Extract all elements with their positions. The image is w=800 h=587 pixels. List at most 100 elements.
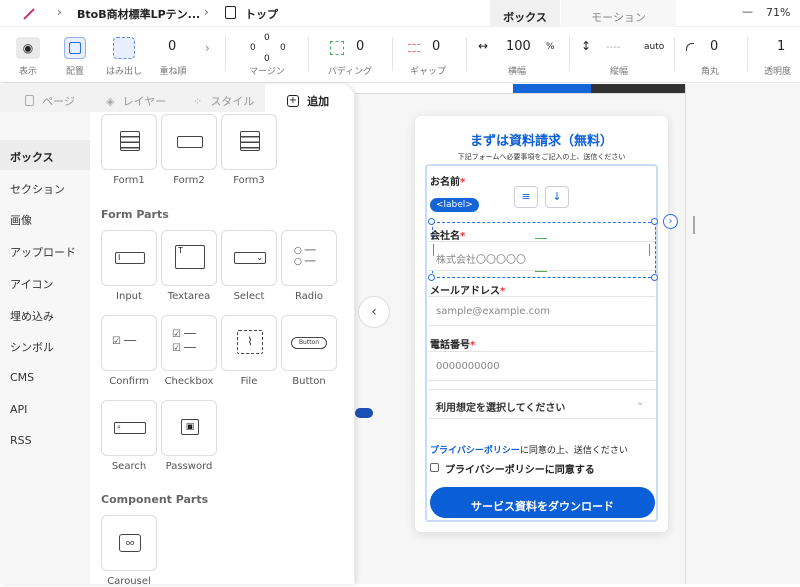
tab-box[interactable]: ボックス xyxy=(490,0,560,27)
email-label: メールアドレス* xyxy=(430,282,505,297)
category-embed[interactable]: 埋め込み xyxy=(10,308,54,324)
radio-label: Radio xyxy=(294,291,324,302)
email-input[interactable]: sample@example.com xyxy=(428,296,655,326)
gap-indicator xyxy=(535,238,547,239)
page-breadcrumb[interactable]: トップ xyxy=(245,6,278,22)
gap-value[interactable]: 0 xyxy=(432,39,440,54)
width-value[interactable]: 100 xyxy=(506,39,531,54)
file-tile[interactable]: ⌇ xyxy=(221,315,277,371)
category-box[interactable]: ボックス xyxy=(10,149,54,165)
required-mark: * xyxy=(470,340,476,351)
select-tile[interactable]: ⌄ xyxy=(221,230,277,286)
height-unit[interactable]: auto xyxy=(644,42,664,52)
selection-handle[interactable] xyxy=(651,218,658,225)
category-symbol[interactable]: シンボル xyxy=(10,339,54,355)
tab-motion[interactable]: モーション xyxy=(561,0,676,27)
privacy-checkbox[interactable] xyxy=(430,463,439,472)
radius-value[interactable]: 0 xyxy=(710,39,718,54)
category-icon[interactable]: アイコン xyxy=(10,276,53,292)
usage-select[interactable]: 利用想定を選択してください ⌄ xyxy=(428,389,655,419)
padding-control[interactable]: 0 パディング xyxy=(318,27,388,83)
width-unit[interactable]: % xyxy=(546,42,555,52)
carousel-tile[interactable]: oo xyxy=(101,515,157,571)
canvas-page-edge xyxy=(685,84,686,584)
gap-control[interactable]: 0 ギャップ xyxy=(398,27,468,83)
collapse-panel-button[interactable]: ‹ xyxy=(358,296,390,328)
tab-style-label: スタイル xyxy=(210,95,255,108)
layer-icon: ◈ xyxy=(106,95,115,108)
selection-handle[interactable] xyxy=(428,274,435,281)
tab-add[interactable]: + 追加 xyxy=(265,84,354,112)
category-upload[interactable]: アップロード xyxy=(10,244,76,260)
category-api[interactable]: API xyxy=(10,403,27,416)
category-cms[interactable]: CMS xyxy=(10,371,34,384)
zoom-out-button[interactable]: — xyxy=(742,5,753,18)
width-label: 横幅 xyxy=(507,67,526,77)
tab-layer[interactable]: ◈ レイヤー xyxy=(106,90,166,109)
expand-right-button[interactable]: › xyxy=(663,214,678,229)
tab-style[interactable]: ⁘ スタイル xyxy=(193,90,254,109)
divider xyxy=(308,37,309,71)
checkbox-tile[interactable]: ☑ ── ☑ ── xyxy=(161,315,217,371)
confirm-icon: ☑ ── xyxy=(112,336,137,347)
radius-control[interactable]: 0 角丸 xyxy=(680,27,750,83)
pen-icon[interactable] xyxy=(22,6,36,20)
project-breadcrumb[interactable]: BtoB商材標準LPテン... xyxy=(77,6,200,22)
overflow-icon xyxy=(113,37,135,59)
resize-handle[interactable] xyxy=(693,216,695,234)
category-image[interactable]: 画像 xyxy=(10,212,32,228)
height-value[interactable]: ---- xyxy=(606,42,620,53)
form1-tile[interactable] xyxy=(101,114,157,170)
button-tile[interactable]: Button xyxy=(281,315,337,371)
chevron-right-icon: › xyxy=(204,5,209,19)
chevron-right-icon[interactable]: › xyxy=(205,41,210,55)
gap-indicator xyxy=(433,244,434,256)
form2-tile[interactable] xyxy=(161,114,217,170)
blue-bar xyxy=(513,84,591,93)
z-order-control[interactable]: 0 › 重ね順 xyxy=(143,27,223,83)
align-left-button[interactable]: ≡ xyxy=(514,186,538,208)
category-section[interactable]: セクション xyxy=(10,181,65,197)
phone-input[interactable]: 0000000000 xyxy=(428,351,655,381)
opacity-value[interactable]: 1 xyxy=(777,39,785,54)
opacity-control[interactable]: 1 透明度 xyxy=(750,27,800,83)
horizontal-arrows-icon: ↔ xyxy=(478,39,489,53)
phone-label: 電話番号* xyxy=(430,336,475,351)
privacy-checkbox-label[interactable]: プライバシーポリシーに同意する xyxy=(445,461,595,476)
confirm-tile[interactable]: ☑ ── xyxy=(101,315,157,371)
width-control[interactable]: ↔ 100 % 横幅 xyxy=(472,27,567,83)
search-icon: ⌕ xyxy=(114,422,146,434)
input-tile[interactable]: I xyxy=(101,230,157,286)
margin-right-value[interactable]: 0 xyxy=(280,43,286,53)
selection-handle[interactable] xyxy=(651,274,658,281)
padding-value[interactable]: 0 xyxy=(356,39,364,54)
margin-bottom-value[interactable]: 0 xyxy=(264,54,270,64)
margin-left-value[interactable]: 0 xyxy=(250,43,256,53)
category-rss[interactable]: RSS xyxy=(10,434,32,447)
search-tile[interactable]: ⌕ xyxy=(101,400,157,456)
form3-tile[interactable] xyxy=(221,114,277,170)
password-tile[interactable]: ▣ xyxy=(161,400,217,456)
selection-handle[interactable] xyxy=(428,218,435,225)
margin-label: マージン xyxy=(249,67,285,77)
tab-page[interactable]: ページ xyxy=(25,90,75,109)
label-tag-badge[interactable]: <label> xyxy=(430,198,479,212)
gap-indicator xyxy=(649,244,650,256)
submit-button[interactable]: サービス資料をダウンロード xyxy=(430,487,655,518)
textarea-tile[interactable]: T xyxy=(161,230,217,286)
arrow-down-button[interactable]: ↓ xyxy=(545,186,569,208)
tab-box-label: ボックス xyxy=(503,11,547,24)
select-icon: ⌄ xyxy=(234,252,266,264)
name-label: お名前* xyxy=(430,173,465,188)
privacy-link[interactable]: プライバシーポリシー xyxy=(430,446,520,456)
button-label: Button xyxy=(292,376,326,387)
height-control[interactable]: ↕ ---- auto 縦幅 xyxy=(576,27,671,83)
z-order-value[interactable]: 0 xyxy=(168,39,176,54)
radio-tile[interactable]: ○ ── ○ ── xyxy=(281,230,337,286)
top-bar: › BtoB商材標準LPテン... › トップ ボックス モーション — 71% xyxy=(0,0,800,27)
margin-control[interactable]: 0 0 0 0 マージン xyxy=(236,27,296,83)
margin-top-value[interactable]: 0 xyxy=(264,33,270,43)
company-input[interactable]: 株式会社〇〇〇〇〇 xyxy=(428,241,655,271)
property-toolbar: ◉ 表示 配置 はみ出し 0 › 重ね順 0 0 0 0 マージン 0 パディン… xyxy=(0,27,800,83)
zoom-level[interactable]: 71% xyxy=(766,6,790,19)
